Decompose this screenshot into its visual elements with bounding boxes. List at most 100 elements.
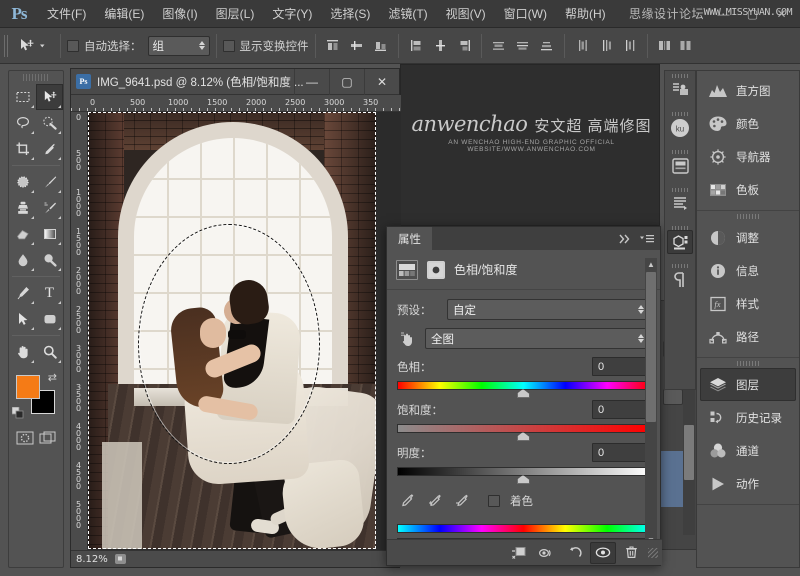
3d-mode-button[interactable] (675, 35, 696, 56)
properties-scrollbar[interactable]: ▲ ▼ (645, 258, 657, 546)
lightness-slider-thumb[interactable] (517, 475, 530, 484)
properties-scrollbar-thumb[interactable] (646, 272, 656, 422)
menu-image[interactable]: 图像(I) (153, 0, 206, 28)
add-to-sample-button[interactable] (426, 492, 443, 509)
swap-colors-icon[interactable]: ⇄ (48, 371, 57, 384)
tools-panel-grip[interactable] (23, 74, 49, 81)
distribute-bottom-edges-button[interactable] (536, 35, 557, 56)
horizontal-ruler[interactable]: 0 500 1000 1500 2000 2500 3000 350 (71, 95, 401, 112)
menu-edit[interactable]: 编辑(E) (95, 0, 153, 28)
align-right-edges-button[interactable] (370, 35, 391, 56)
saturation-slider-thumb[interactable] (517, 432, 530, 441)
source-color-spectrum[interactable] (397, 524, 650, 533)
menu-filter[interactable]: 滤镜(T) (379, 0, 436, 28)
subtract-from-sample-button[interactable] (453, 492, 470, 509)
blur-tool[interactable] (9, 247, 36, 273)
tab-properties[interactable]: 属性 (387, 227, 432, 250)
quick-mask-button[interactable] (14, 429, 36, 447)
collapse-to-icons-icon[interactable] (619, 234, 632, 244)
foreground-color-swatch[interactable] (16, 375, 40, 399)
panel-histogram[interactable]: 直方图 (700, 74, 796, 107)
saturation-slider[interactable] (397, 424, 650, 433)
distribute-left-edges-button[interactable] (572, 35, 593, 56)
rectangular-marquee-tool[interactable] (9, 84, 36, 110)
tool-preset-chevron-icon[interactable] (38, 41, 47, 50)
document-info-button[interactable] (114, 553, 128, 566)
history-brush-tool[interactable] (36, 195, 63, 221)
eraser-tool[interactable] (9, 221, 36, 247)
dock-paragraph-styles[interactable] (665, 185, 695, 223)
distribute-top-edges-button[interactable] (488, 35, 509, 56)
dodge-tool[interactable] (36, 247, 63, 273)
default-colors-icon[interactable] (12, 407, 24, 419)
eyedropper-tool[interactable] (36, 136, 63, 162)
clone-stamp-tool[interactable] (9, 195, 36, 221)
saturation-value-field[interactable]: 0 (592, 400, 650, 419)
panel-menu-icon[interactable] (639, 234, 655, 244)
document-maximize-button[interactable]: ▢ (329, 69, 364, 95)
screen-mode-button[interactable] (37, 429, 59, 447)
auto-select-checkbox[interactable] (67, 40, 79, 52)
menu-help[interactable]: 帮助(H) (556, 0, 615, 28)
view-previous-state-button[interactable] (534, 542, 560, 564)
panel-actions[interactable]: 动作 (700, 467, 796, 500)
align-vertical-centers-button[interactable] (430, 35, 451, 56)
align-horizontal-centers-button[interactable] (346, 35, 367, 56)
menu-type[interactable]: 文字(Y) (263, 0, 321, 28)
toggle-layer-visibility-button[interactable] (590, 542, 616, 564)
on-image-adjustment-tool[interactable] (397, 330, 419, 348)
preset-dropdown[interactable]: 自定 (447, 299, 650, 320)
dock-kuler[interactable]: ku (665, 109, 695, 147)
dock-mini-bridge[interactable] (665, 71, 695, 109)
spot-healing-brush-tool[interactable] (9, 169, 36, 195)
menu-window[interactable]: 窗口(W) (495, 0, 556, 28)
lightness-slider[interactable] (397, 467, 650, 476)
document-close-button[interactable]: ✕ (364, 69, 399, 95)
distribute-horizontal-centers-button[interactable] (596, 35, 617, 56)
zoom-level[interactable]: 8.12% (76, 554, 108, 565)
panel-layers[interactable]: 图层 (700, 368, 796, 401)
colorize-checkbox[interactable] (488, 495, 500, 507)
hand-tool[interactable] (9, 339, 36, 365)
dock-paragraph[interactable] (665, 261, 695, 299)
options-bar-grip[interactable] (4, 35, 10, 57)
vertical-ruler[interactable]: 0 500 1000 1500 2000 2500 3000 3500 4000… (71, 112, 88, 552)
align-bottom-edges-button[interactable] (454, 35, 475, 56)
menu-select[interactable]: 选择(S) (321, 0, 379, 28)
lasso-tool[interactable] (9, 110, 36, 136)
align-left-edges-button[interactable] (322, 35, 343, 56)
pen-tool[interactable] (9, 280, 36, 306)
crop-tool[interactable] (9, 136, 36, 162)
dock-properties[interactable] (665, 147, 695, 185)
panel-history[interactable]: 历史记录 (700, 401, 796, 434)
fill-stepper[interactable] (663, 389, 683, 405)
panel-paths[interactable]: 路径 (700, 320, 796, 353)
dock-3d[interactable] (665, 223, 695, 261)
show-transform-controls-checkbox[interactable] (223, 40, 235, 52)
align-top-edges-button[interactable] (406, 35, 427, 56)
panel-color[interactable]: 颜色 (700, 107, 796, 140)
canvas[interactable] (88, 112, 401, 552)
brush-tool[interactable] (36, 169, 63, 195)
layer-mask-thumbnail[interactable] (427, 261, 445, 279)
panel-group-2-grip[interactable] (737, 214, 759, 219)
document-minimize-button[interactable]: — (294, 69, 329, 95)
panel-styles[interactable]: fx 样式 (700, 287, 796, 320)
menu-layer[interactable]: 图层(L) (207, 0, 264, 28)
auto-align-layers-button[interactable] (654, 35, 675, 56)
panel-adjustments[interactable]: 调整 (700, 221, 796, 254)
auto-select-scope-dropdown[interactable]: 组 (148, 36, 210, 56)
document-title-bar[interactable]: Ps IMG_9641.psd @ 8.12% (色相/饱和度 ... — ▢ … (71, 69, 399, 95)
delete-adjustment-layer-button[interactable] (618, 542, 644, 564)
hue-value-field[interactable]: 0 (592, 357, 650, 376)
rounded-rectangle-tool[interactable] (36, 306, 63, 332)
menu-file[interactable]: 文件(F) (38, 0, 95, 28)
distribute-vertical-centers-button[interactable] (512, 35, 533, 56)
panel-group-3-grip[interactable] (737, 361, 759, 366)
panel-navigator[interactable]: 导航器 (700, 140, 796, 173)
hue-slider[interactable] (397, 381, 650, 390)
distribute-right-edges-button[interactable] (620, 35, 641, 56)
channel-dropdown[interactable]: 全图 (425, 328, 650, 349)
zoom-tool[interactable] (36, 339, 63, 365)
gradient-tool[interactable] (36, 221, 63, 247)
